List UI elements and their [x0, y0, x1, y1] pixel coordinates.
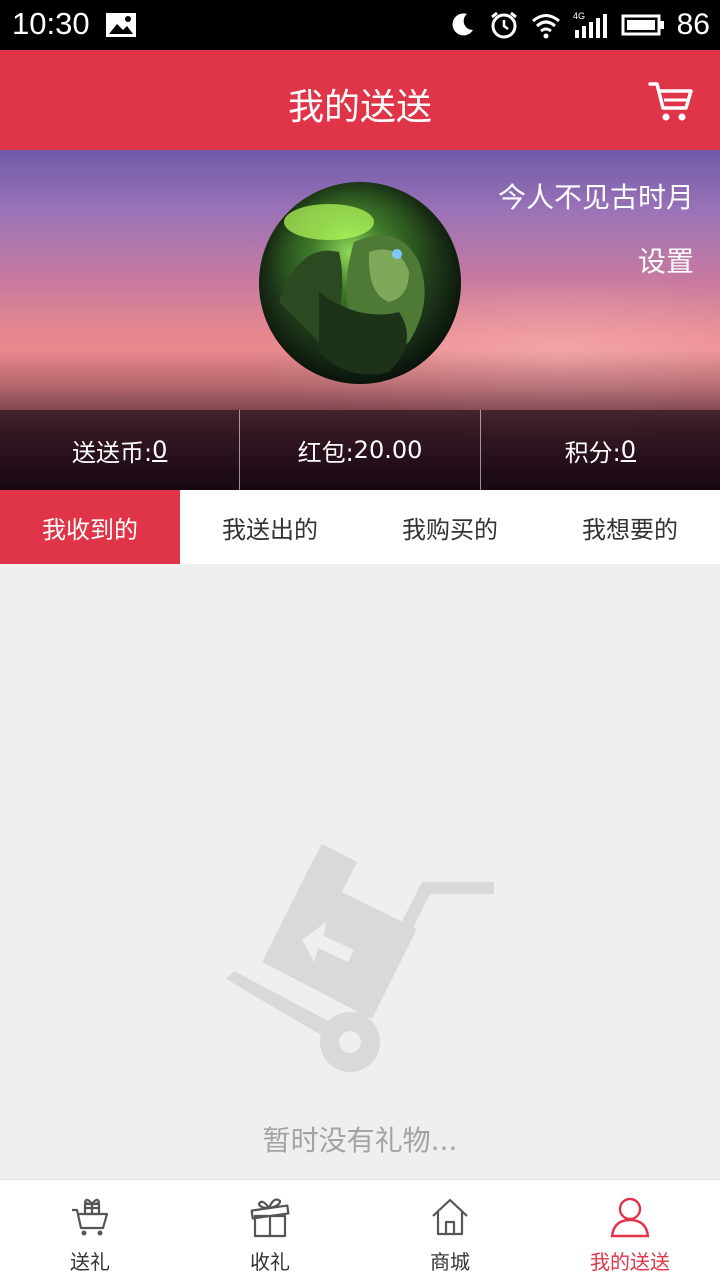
page-title: 我的送送 — [287, 87, 432, 128]
svg-text:4G: 4G — [573, 11, 585, 21]
nav-receive-gift-label: 收礼 — [250, 1250, 290, 1274]
stat-coins-label: 送送币: — [71, 438, 153, 467]
wifi-icon — [531, 14, 560, 39]
profile-header: 今人不见古时月 设置 送送币: 0 红包: 20.00 积分: 0 — [0, 150, 720, 490]
stats-bar: 送送币: 0 红包: 20.00 积分: 0 — [0, 410, 720, 490]
nav-my-page-label: 我的送送 — [590, 1250, 670, 1274]
bottom-nav: 送礼 收礼 商城 我的送送 — [0, 1179, 720, 1280]
night-mode-icon — [452, 13, 473, 36]
battery-level: 86 — [676, 8, 710, 41]
empty-message: 暂时没有礼物... — [262, 1124, 458, 1157]
status-icons: 4G 86 — [447, 6, 710, 44]
empty-state: 暂时没有礼物... — [0, 564, 720, 1179]
stat-red-packet-value: 20.00 — [353, 436, 423, 464]
nav-receive-gift[interactable]: 收礼 — [180, 1180, 360, 1280]
stat-red-packet-label: 红包: — [297, 438, 354, 467]
settings-link[interactable]: 设置 — [638, 240, 694, 280]
gallery-icon — [106, 13, 136, 37]
stat-coins[interactable]: 送送币: 0 — [0, 410, 241, 490]
nav-mall-label: 商城 — [430, 1250, 470, 1274]
avatar[interactable] — [259, 182, 461, 384]
gift-tabs: 我收到的 我送出的 我购买的 我想要的 — [0, 490, 720, 564]
tab-purchased[interactable]: 我购买的 — [360, 490, 540, 564]
nav-my-page[interactable]: 我的送送 — [540, 1180, 720, 1280]
title-bar: 我的送送 — [0, 50, 720, 150]
gift-cart-icon — [72, 1198, 109, 1236]
hand-truck-box-icon — [226, 844, 494, 1072]
stat-red-packet[interactable]: 红包: 20.00 — [240, 410, 481, 490]
nav-send-gift[interactable]: 送礼 — [0, 1180, 180, 1280]
nav-send-gift-label: 送礼 — [70, 1250, 110, 1274]
home-icon — [432, 1198, 468, 1236]
user-icon — [610, 1197, 650, 1238]
tab-received[interactable]: 我收到的 — [0, 490, 180, 564]
stat-points[interactable]: 积分: 0 — [481, 410, 720, 490]
signal-icon: 4G — [573, 11, 607, 38]
stat-points-value[interactable]: 0 — [621, 436, 636, 464]
cart-icon[interactable] — [648, 78, 694, 124]
battery-icon — [621, 14, 664, 36]
alarm-clock-icon — [490, 11, 517, 39]
username[interactable]: 今人不见古时月 — [498, 176, 694, 216]
gift-box-icon — [250, 1198, 290, 1238]
stat-coins-value[interactable]: 0 — [152, 436, 167, 464]
tab-sent[interactable]: 我送出的 — [180, 490, 360, 564]
stat-points-label: 积分: — [564, 438, 621, 467]
tab-wishlist[interactable]: 我想要的 — [540, 490, 720, 564]
avatar-image — [279, 204, 425, 375]
nav-mall[interactable]: 商城 — [360, 1180, 540, 1280]
status-bar: 10:30 4G 86 — [0, 0, 720, 50]
status-time: 10:30 — [12, 6, 90, 41]
